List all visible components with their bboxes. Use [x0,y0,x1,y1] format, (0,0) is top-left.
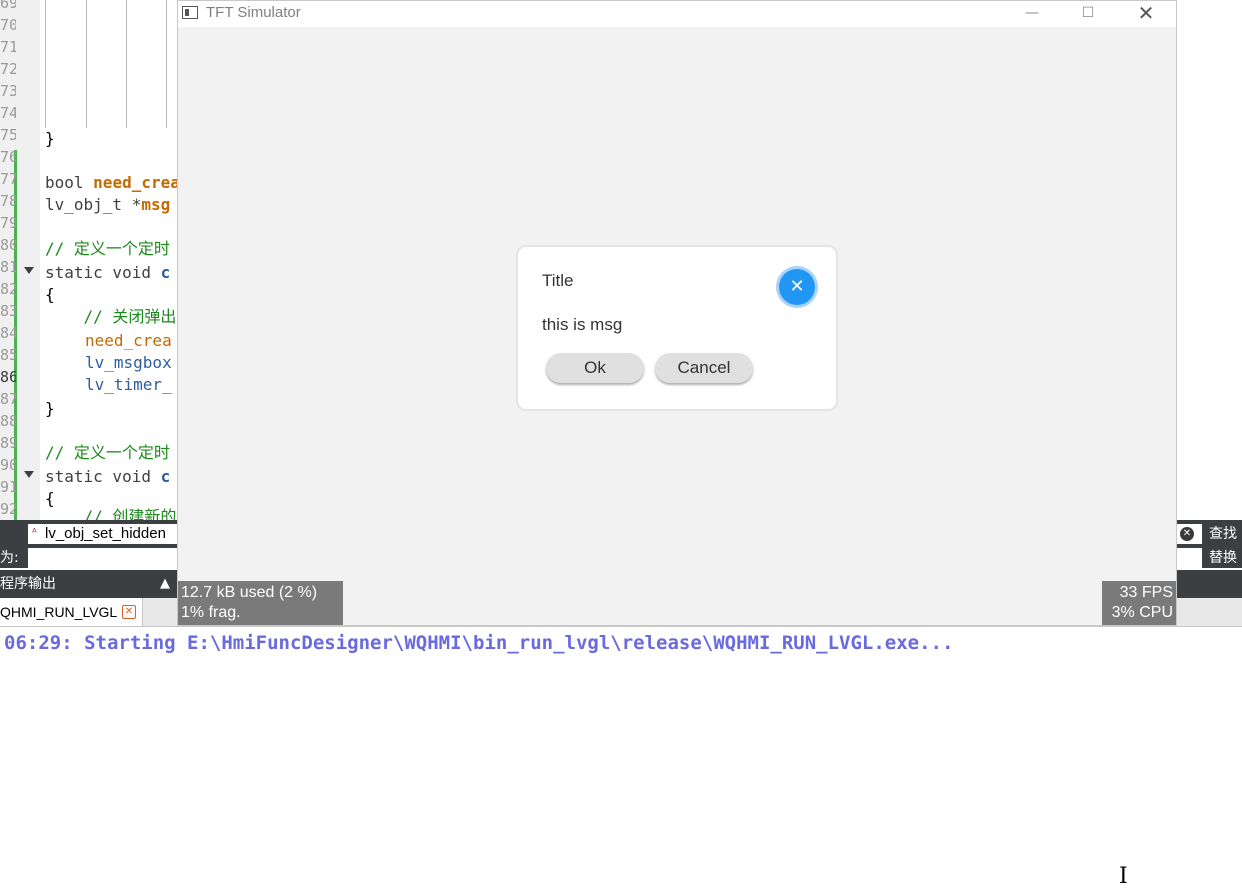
replace-label: 为: [0,550,19,566]
line-number: 79 [0,214,16,232]
window-title: TFT Simulator [206,4,301,21]
line-number: 76 [0,148,16,166]
cancel-button[interactable]: Cancel [655,353,753,383]
line-number: 75 [0,126,16,144]
fold-arrow-icon[interactable] [24,471,34,478]
code-line-83: // 关闭弹出 [45,307,177,326]
app-icon [182,6,198,19]
line-number: 87 [0,390,16,408]
match-case-icon[interactable]: ᴬ [32,526,37,539]
close-window-button[interactable]: ✕ [1118,1,1174,27]
line-number: 85 [0,346,16,364]
code-line-77: bool need_crea [45,172,180,194]
code-line-81: static void c [45,262,170,284]
line-number: 89 [0,434,16,452]
window-titlebar[interactable]: TFT Simulator — ☐ ✕ [178,1,1176,27]
code-line-92: // 创建新的 [45,507,177,520]
code-line-80: // 定义一个定时 [45,239,170,258]
line-number: 69 [0,0,16,12]
line-number: 81 [0,258,16,276]
message-box: Title ✕ this is msg Ok Cancel [516,245,838,411]
output-tab-label: QHMI_RUN_LVGL [0,604,118,620]
line-number: 83 [0,302,16,320]
code-line-78: lv_obj_t *msg [45,194,170,216]
code-line-75: } [45,129,55,148]
msgbox-title: Title [542,271,574,290]
code-line-82: { [45,285,55,304]
keyword: static void [45,263,161,282]
text-cursor-icon: I [1119,864,1128,889]
fold-arrow-icon[interactable] [24,267,34,274]
identifier: c [160,263,171,282]
msgbox-text: this is msg [542,315,623,334]
line-number: 72 [0,60,16,78]
line-number: 91 [0,478,16,496]
close-icon[interactable]: ✕ [779,269,815,305]
close-tab-icon[interactable]: ✕ [122,605,136,619]
cpu-readout: 3% CPU [1111,604,1173,621]
keyword: lv_obj_t * [45,195,142,214]
line-number: 80 [0,236,16,254]
line-number: 88 [0,412,16,430]
code-line-84: need_crea [85,331,172,350]
line-number: 70 [0,16,16,34]
line-number: 77 [0,170,16,188]
simulator-screen[interactable]: Title ✕ this is msg Ok Cancel 12.7 kB us… [178,27,1176,625]
output-tab[interactable]: QHMI_RUN_LVGL ✕ [0,598,143,626]
identifier: msg [141,195,171,214]
clear-search-icon[interactable]: ✕ [1180,527,1194,541]
indent-guide [166,0,167,128]
search-value: lv_obj_set_hidden [45,525,166,542]
identifier: need_crea [93,173,180,192]
line-number: 71 [0,38,16,56]
indent-guide [45,0,46,128]
line-number: 82 [0,280,16,298]
code-line-86: lv_timer_ [85,375,172,394]
indent-guide [126,0,127,128]
performance-monitor: 33 FPS 3% CPU [1102,581,1176,625]
keyword: static void [45,467,161,486]
code-line-89: // 定义一个定时 [45,443,170,462]
identifier: c [160,467,171,486]
maximize-button[interactable]: ☐ [1060,1,1116,27]
output-log-line: 06:29: Starting E:\HmiFuncDesigner\WQHMI… [4,632,954,654]
code-line-90: static void c [45,466,170,488]
tft-simulator-window: TFT Simulator — ☐ ✕ Title ✕ this is msg … [177,0,1177,626]
keyword: bool [45,173,94,192]
fps-readout: 33 FPS [1119,584,1173,601]
minimize-button[interactable]: — [1004,1,1060,27]
line-number: 84 [0,324,16,342]
line-number: 78 [0,192,16,210]
panel-title: 程序输出 [0,576,56,592]
code-line-85: lv_msgbox [85,353,172,372]
line-number: 74 [0,104,16,122]
line-number: 92 [0,500,16,518]
ok-button[interactable]: Ok [546,353,644,383]
indent-guide [86,0,87,128]
replace-button[interactable]: 替换 [1204,548,1242,568]
find-button[interactable]: 查找 [1204,524,1242,544]
code-line-87: } [45,399,55,418]
clear-output-icon[interactable]: ▲ [160,576,170,591]
memory-monitor: 12.7 kB used (2 %) 1% frag. [178,581,343,625]
line-number: 86 [0,368,16,386]
line-number: 73 [0,82,16,100]
line-number: 90 [0,456,16,474]
